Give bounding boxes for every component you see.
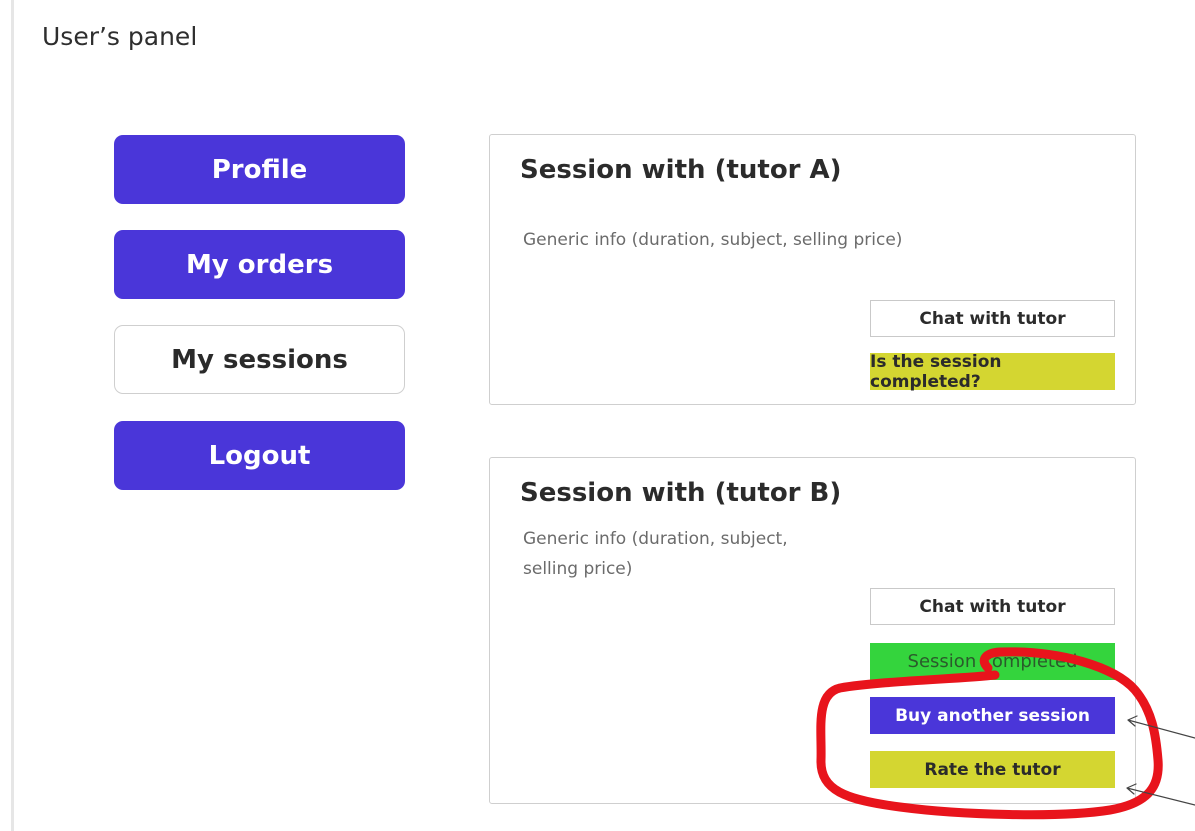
sidebar-item-label: My sessions bbox=[171, 344, 348, 375]
session-card-tutor-b: Session with (tutor B) Generic info (dur… bbox=[489, 457, 1136, 804]
annotation-arrow-buy bbox=[1127, 715, 1195, 739]
is-session-completed-button[interactable]: Is the session completed? bbox=[870, 351, 1115, 392]
session-card-tutor-a: Session with (tutor A) Generic info (dur… bbox=[489, 134, 1136, 405]
page-title: User’s panel bbox=[42, 22, 198, 51]
left-divider bbox=[11, 0, 14, 831]
sidebar-item-label: Profile bbox=[211, 154, 308, 185]
chat-with-tutor-button[interactable]: Chat with tutor bbox=[870, 588, 1115, 625]
annotation-arrow-rate bbox=[1126, 783, 1195, 806]
sidebar-item-profile[interactable]: Profile bbox=[114, 135, 405, 204]
session-completed-badge[interactable]: Session completed bbox=[870, 643, 1115, 680]
sidebar-item-logout[interactable]: Logout bbox=[114, 421, 405, 490]
button-label: Is the session completed? bbox=[870, 351, 1002, 392]
button-label: Session completed bbox=[907, 651, 1078, 672]
sidebar-item-my-sessions[interactable]: My sessions bbox=[114, 325, 405, 394]
sidebar-item-label: Logout bbox=[208, 440, 311, 471]
rate-the-tutor-button[interactable]: Rate the tutor bbox=[870, 751, 1115, 788]
button-label: Rate the tutor bbox=[924, 759, 1061, 780]
session-info: Generic info (duration, subject, selling… bbox=[523, 230, 903, 250]
button-label: Chat with tutor bbox=[919, 308, 1066, 329]
chat-with-tutor-button[interactable]: Chat with tutor bbox=[870, 300, 1115, 337]
session-info: Generic info (duration, subject, selling… bbox=[523, 524, 788, 584]
sidebar-item-my-orders[interactable]: My orders bbox=[114, 230, 405, 299]
session-info-line: Generic info (duration, subject, bbox=[523, 529, 788, 549]
session-info-line: selling price) bbox=[523, 559, 633, 579]
sidebar-item-label: My orders bbox=[185, 249, 334, 280]
buy-another-session-button[interactable]: Buy another session bbox=[870, 697, 1115, 734]
button-label: Buy another session bbox=[895, 705, 1090, 726]
button-label: Chat with tutor bbox=[919, 596, 1066, 617]
session-title: Session with (tutor A) bbox=[520, 155, 842, 185]
session-title: Session with (tutor B) bbox=[520, 478, 842, 508]
